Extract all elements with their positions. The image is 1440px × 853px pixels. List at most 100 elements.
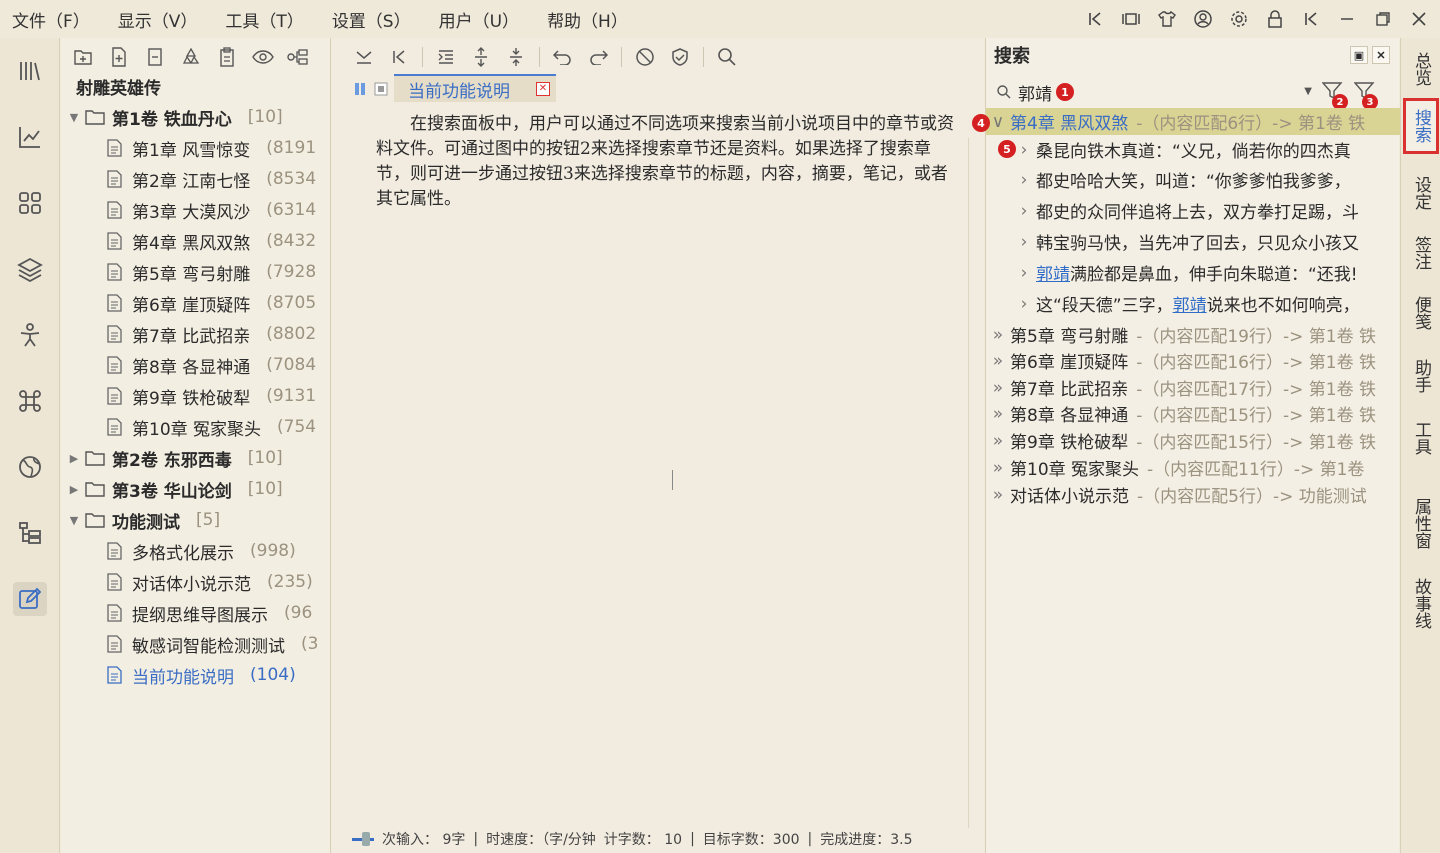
fullscreen-icon[interactable] xyxy=(1120,8,1142,30)
dropdown-icon[interactable]: ▼ xyxy=(1304,86,1312,97)
editor-body-text[interactable]: 在搜索面板中，用户可以通过不同选项来搜索当前小说项目中的章节或资料文件。可通过图… xyxy=(376,112,954,212)
double-chevron-right-icon[interactable]: » xyxy=(986,378,1010,398)
indent-icon[interactable] xyxy=(434,45,458,69)
menu-tools[interactable]: 工具（T） xyxy=(211,7,317,32)
double-chevron-right-icon[interactable]: » xyxy=(986,351,1010,371)
tree-document[interactable]: 第7章 比武招亲 (8802 xyxy=(107,319,316,349)
chevron-right-icon[interactable]: › xyxy=(1012,170,1036,190)
layers-icon[interactable] xyxy=(13,252,47,286)
collapse-all-icon[interactable] xyxy=(352,45,376,69)
delete-file-icon[interactable] xyxy=(143,45,167,69)
compress-spacing-icon[interactable] xyxy=(504,45,528,69)
shield-check-icon[interactable] xyxy=(668,45,692,69)
clipboard-icon[interactable] xyxy=(215,45,239,69)
search-result-line[interactable]: › 桑昆向铁木真道：“义兄，倘若你的四杰真 xyxy=(986,136,1400,163)
collapse-left-icon[interactable] xyxy=(1084,8,1106,30)
double-chevron-right-icon[interactable]: » xyxy=(986,458,1010,478)
side-tab[interactable]: 签注 xyxy=(1401,228,1440,278)
tree-document[interactable]: 第4章 黑风双煞 (8432 xyxy=(107,226,316,256)
close-panel-icon[interactable]: ✕ xyxy=(1372,46,1390,64)
double-chevron-right-icon[interactable]: » xyxy=(986,431,1010,451)
chevron-right-icon[interactable]: › xyxy=(1012,294,1036,314)
tree-document[interactable]: 第6章 崖顶疑阵 (8705 xyxy=(107,288,316,318)
result-match-link[interactable]: 郭靖 xyxy=(1036,260,1070,285)
result-match-link[interactable]: 郭靖 xyxy=(1173,291,1207,316)
search-result-chapter[interactable]: » 第7章 比武招亲 -（内容匹配17行）-> 第1卷 铁 xyxy=(986,374,1400,401)
command-icon[interactable] xyxy=(13,384,47,418)
chevron-right-icon[interactable]: › xyxy=(1012,201,1036,221)
block-icon[interactable] xyxy=(633,45,657,69)
search-input[interactable]: 郭靖 1 ▼ 2 3 xyxy=(996,78,1392,110)
recycle-icon[interactable] xyxy=(179,45,203,69)
chevron-right-icon[interactable]: ▶ xyxy=(67,483,81,496)
outline-icon[interactable] xyxy=(13,516,47,550)
chevron-down-icon[interactable]: ▼ xyxy=(67,514,81,527)
tree-volume[interactable]: ▼ 第1卷 铁血丹心 [10] xyxy=(67,102,283,132)
side-tab[interactable]: 搜索 xyxy=(1403,98,1439,154)
tree-document[interactable]: 提纲思维导图展示 (96 xyxy=(107,598,312,628)
chevron-right-icon[interactable]: ▶ xyxy=(67,452,81,465)
tree-document[interactable]: 当前功能说明 (104) xyxy=(107,660,296,690)
float-panel-icon[interactable]: ▣ xyxy=(1350,46,1368,64)
structure-icon[interactable] xyxy=(287,45,311,69)
collapse-icon[interactable] xyxy=(1300,8,1322,30)
menu-user[interactable]: 用户（U） xyxy=(425,7,533,32)
tree-document[interactable]: 第5章 弯弓射雕 (7928 xyxy=(107,257,316,287)
new-folder-icon[interactable] xyxy=(71,45,95,69)
tree-document[interactable]: 对话体小说示范 (235) xyxy=(107,567,313,597)
search-result-chapter[interactable]: » 第6章 崖顶疑阵 -（内容匹配16行）-> 第1卷 铁 xyxy=(986,347,1400,374)
search-result-chapter[interactable]: » 第5章 弯弓射雕 -（内容匹配19行）-> 第1卷 铁 xyxy=(986,321,1400,348)
new-file-icon[interactable] xyxy=(107,45,131,69)
search-result-chapter[interactable]: » 第8章 各显神通 -（内容匹配15行）-> 第1卷 铁 xyxy=(986,400,1400,427)
side-tab[interactable]: 工具 xyxy=(1401,412,1440,464)
double-chevron-right-icon[interactable]: » xyxy=(986,325,1010,345)
split-view-icon[interactable] xyxy=(354,82,368,96)
side-tab[interactable]: 属性窗 xyxy=(1401,488,1440,558)
tree-volume[interactable]: ▶ 第2卷 东邪西毒 [10] xyxy=(67,443,283,473)
search-result-line[interactable]: › 都史哈哈大笑，叫道：“你爹爹怕我爹爹， xyxy=(986,166,1400,193)
search-result-line[interactable]: › 韩宝驹马快，当先冲了回去，只见众小孩又 xyxy=(986,228,1400,255)
search-result-chapter[interactable]: » 第9章 铁枪破犁 -（内容匹配15行）-> 第1卷 铁 xyxy=(986,427,1400,454)
lock-icon[interactable] xyxy=(1264,8,1286,30)
search-result-chapter[interactable]: » 对话体小说示范 -（内容匹配5行）-> 功能测试 xyxy=(986,481,1400,508)
tree-document[interactable]: 多格式化展示 (998) xyxy=(107,536,296,566)
chevron-down-icon[interactable]: ▼ xyxy=(67,111,81,124)
side-tab[interactable]: 助手 xyxy=(1401,350,1440,402)
user-icon[interactable] xyxy=(1192,8,1214,30)
side-tab[interactable]: 设定 xyxy=(1401,168,1440,218)
tree-document[interactable]: 敏感词智能检测测试 (3 xyxy=(107,629,318,659)
tree-document[interactable]: 第8章 各显神通 (7084 xyxy=(107,350,316,380)
chart-icon[interactable] xyxy=(13,120,47,154)
tree-document[interactable]: 第10章 冤家聚头 (754 xyxy=(107,412,316,442)
tab-close-icon[interactable]: ✕ xyxy=(536,82,550,96)
character-icon[interactable] xyxy=(13,318,47,352)
restore-icon[interactable] xyxy=(1372,8,1394,30)
settings-icon[interactable] xyxy=(1228,8,1250,30)
menu-view[interactable]: 显示（V） xyxy=(104,7,212,32)
search-result-chapter[interactable]: ∨ 第4章 黑风双煞 -（内容匹配6行）-> 第1卷 铁 xyxy=(986,108,1400,135)
search-result-line[interactable]: › 这“段天德”三字， 郭靖 说来也不如何响亮， xyxy=(986,290,1400,317)
undo-icon[interactable] xyxy=(551,45,575,69)
tree-volume[interactable]: ▼ 功能测试 [5] xyxy=(67,505,220,535)
side-tab[interactable]: 故事线 xyxy=(1401,568,1440,638)
menu-file[interactable]: 文件（F） xyxy=(0,7,104,32)
tree-document[interactable]: 第3章 大漠风沙 (6314 xyxy=(107,195,316,225)
search-result-chapter[interactable]: » 第10章 冤家聚头 -（内容匹配11行）-> 第1卷 xyxy=(986,454,1400,481)
single-view-icon[interactable] xyxy=(374,82,388,96)
minimize-icon[interactable] xyxy=(1336,8,1358,30)
eye-icon[interactable] xyxy=(251,45,275,69)
double-chevron-right-icon[interactable]: » xyxy=(986,485,1010,505)
tree-document[interactable]: 第9章 铁枪破犁 (9131 xyxy=(107,381,316,411)
library-icon[interactable] xyxy=(13,54,47,88)
first-page-icon[interactable] xyxy=(387,45,411,69)
tab-current-doc[interactable]: 当前功能说明 ✕ xyxy=(394,74,556,102)
tree-volume[interactable]: ▶ 第3卷 华山论剑 [10] xyxy=(67,474,283,504)
search-icon[interactable] xyxy=(715,45,739,69)
chevron-right-icon[interactable]: › xyxy=(1012,232,1036,252)
menu-settings[interactable]: 设置（S） xyxy=(318,7,425,32)
globe-icon[interactable] xyxy=(13,450,47,484)
theme-icon[interactable] xyxy=(1156,8,1178,30)
expand-spacing-icon[interactable] xyxy=(469,45,493,69)
menu-help[interactable]: 帮助（H） xyxy=(533,7,642,32)
grid-icon[interactable] xyxy=(13,186,47,220)
